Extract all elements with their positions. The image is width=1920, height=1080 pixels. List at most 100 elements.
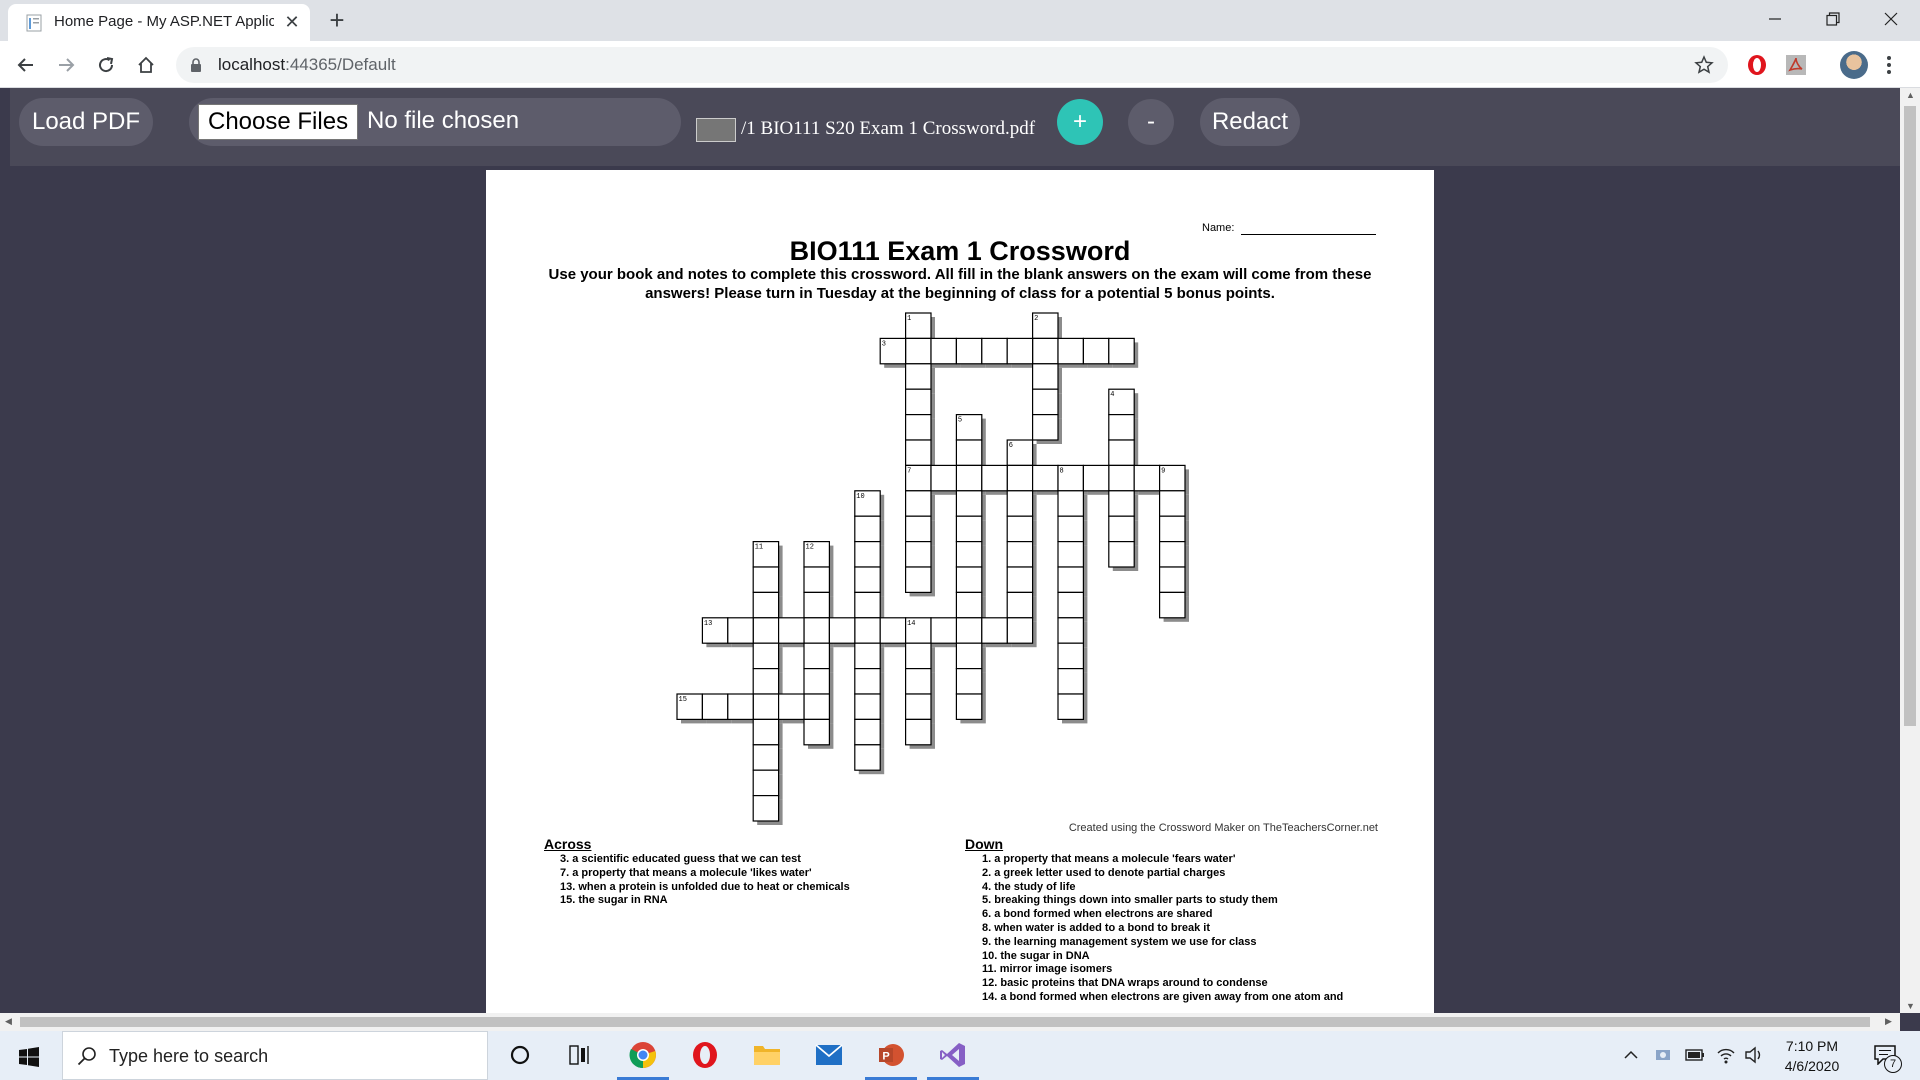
- crossword-cell[interactable]: [1108, 515, 1135, 543]
- crossword-cell[interactable]: [752, 794, 780, 822]
- crossword-cell[interactable]: [803, 668, 830, 695]
- pdf-page[interactable]: Name: BIO111 Exam 1 Crossword Use your b…: [486, 170, 1434, 1013]
- crossword-cell[interactable]: [803, 642, 830, 670]
- crossword-cell[interactable]: [1108, 439, 1135, 466]
- browser-menu-icon[interactable]: [1886, 55, 1892, 75]
- vertical-scroll-thumb[interactable]: [1904, 106, 1916, 726]
- crossword-cell[interactable]: [854, 693, 881, 720]
- acrobat-extension-icon[interactable]: [1784, 53, 1808, 77]
- crossword-cell[interactable]: [1057, 337, 1084, 365]
- crossword-cell[interactable]: [752, 744, 780, 771]
- crossword-cell[interactable]: [1158, 490, 1186, 517]
- crossword-cell[interactable]: [1158, 515, 1186, 543]
- crossword-cell[interactable]: [955, 668, 983, 695]
- crossword-cell[interactable]: [1057, 617, 1084, 644]
- crossword-cell[interactable]: [1158, 566, 1186, 593]
- scroll-right-icon[interactable]: ▶: [1885, 1016, 1892, 1027]
- crossword-cell[interactable]: [1006, 515, 1034, 543]
- crossword-cell[interactable]: [981, 464, 1008, 492]
- wifi-icon[interactable]: [1716, 1045, 1736, 1065]
- crossword-cell[interactable]: [1158, 591, 1186, 619]
- crossword-cell[interactable]: [905, 490, 932, 517]
- crossword-cell[interactable]: [701, 693, 729, 720]
- crossword-cell[interactable]: [828, 617, 856, 644]
- zoom-out-button[interactable]: -: [1128, 99, 1174, 145]
- address-bar[interactable]: localhost:44365/Default: [176, 47, 1728, 83]
- crossword-cell[interactable]: [1031, 388, 1059, 416]
- crossword-cell[interactable]: [905, 414, 932, 441]
- crossword-cell[interactable]: [1057, 668, 1084, 695]
- crossword-cell[interactable]: [752, 718, 780, 746]
- crossword-cell[interactable]: [854, 642, 881, 670]
- crossword-cell[interactable]: [955, 693, 983, 720]
- back-arrow-icon[interactable]: [10, 49, 42, 81]
- horizontal-scrollbar[interactable]: ◀ ▶: [0, 1013, 1900, 1031]
- crossword-cell[interactable]: [727, 693, 754, 720]
- vertical-scrollbar[interactable]: ▲ ▼: [1900, 88, 1920, 1013]
- crossword-cell[interactable]: [905, 388, 932, 416]
- opera-extension-icon[interactable]: [1745, 53, 1769, 77]
- taskbar-clock[interactable]: 7:10 PM 4/6/2020: [1764, 1036, 1860, 1076]
- crossword-cell[interactable]: [803, 718, 830, 746]
- profile-avatar[interactable]: [1840, 51, 1868, 79]
- crossword-cell[interactable]: [955, 337, 983, 365]
- zoom-in-button[interactable]: +: [1057, 99, 1103, 145]
- crossword-cell[interactable]: [1006, 566, 1034, 593]
- crossword-cell[interactable]: [752, 769, 780, 797]
- crossword-cell[interactable]: [752, 566, 780, 593]
- crossword-cell[interactable]: [981, 617, 1008, 644]
- crossword-cell[interactable]: [1057, 490, 1084, 517]
- crossword-cell[interactable]: [981, 337, 1008, 365]
- crossword-cell[interactable]: [905, 337, 932, 365]
- crossword-cell[interactable]: [854, 718, 881, 746]
- crossword-cell[interactable]: [854, 617, 881, 644]
- crossword-cell[interactable]: [854, 541, 881, 568]
- crossword-cell[interactable]: [955, 439, 983, 466]
- task-view-icon[interactable]: [550, 1031, 610, 1080]
- crossword-cell[interactable]: [854, 591, 881, 619]
- crossword-cell[interactable]: [1108, 337, 1135, 365]
- crossword-cell[interactable]: [1108, 490, 1135, 517]
- browser-tab[interactable]: Home Page - My ASP.NET Applic ✕: [8, 4, 310, 41]
- volume-icon[interactable]: [1744, 1046, 1764, 1064]
- crossword-cell[interactable]: [854, 744, 881, 771]
- page-number-input[interactable]: [696, 118, 736, 142]
- crossword-cell[interactable]: [955, 566, 983, 593]
- crossword-cell[interactable]: [1031, 414, 1059, 441]
- crossword-cell[interactable]: [1057, 541, 1084, 568]
- redact-button[interactable]: Redact: [1200, 98, 1300, 146]
- powerpoint-icon[interactable]: P: [861, 1031, 921, 1080]
- crossword-cell[interactable]: [905, 668, 932, 695]
- crossword-cell[interactable]: [1108, 541, 1135, 568]
- reload-icon[interactable]: [90, 49, 122, 81]
- home-icon[interactable]: [130, 49, 162, 81]
- crossword-cell[interactable]: [803, 617, 830, 644]
- crossword-cell[interactable]: [752, 642, 780, 670]
- crossword-cell[interactable]: [955, 591, 983, 619]
- crossword-cell[interactable]: [803, 566, 830, 593]
- crossword-cell[interactable]: [905, 693, 932, 720]
- crossword-cell[interactable]: [854, 566, 881, 593]
- opera-taskbar-icon[interactable]: [675, 1031, 735, 1080]
- crossword-cell[interactable]: [1031, 464, 1059, 492]
- crossword-cell[interactable]: [905, 718, 932, 746]
- crossword-cell[interactable]: [1006, 337, 1034, 365]
- crossword-cell[interactable]: [752, 591, 780, 619]
- forward-arrow-icon[interactable]: [50, 49, 82, 81]
- crossword-cell[interactable]: [905, 642, 932, 670]
- minimize-window-button[interactable]: [1746, 0, 1804, 38]
- crossword-cell[interactable]: [778, 617, 805, 644]
- show-hidden-icons-chevron-icon[interactable]: [1623, 1047, 1639, 1063]
- crossword-cell[interactable]: [879, 617, 907, 644]
- tab-close-icon[interactable]: ✕: [281, 11, 303, 33]
- crossword-cell[interactable]: [905, 566, 932, 593]
- scroll-up-icon[interactable]: ▲: [1906, 90, 1915, 100]
- crossword-cell[interactable]: [1108, 414, 1135, 441]
- crossword-cell[interactable]: [1133, 464, 1161, 492]
- crossword-cell[interactable]: [1006, 490, 1034, 517]
- crossword-cell[interactable]: [1082, 337, 1110, 365]
- crossword-cell[interactable]: [955, 490, 983, 517]
- crossword-cell[interactable]: [955, 541, 983, 568]
- crossword-cell[interactable]: [955, 642, 983, 670]
- action-center-button[interactable]: 7: [1866, 1031, 1906, 1080]
